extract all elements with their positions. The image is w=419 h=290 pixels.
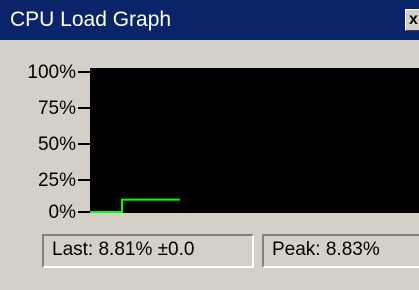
y-axis-label-0: 0%: [48, 202, 76, 223]
cpu-load-graph: [90, 68, 419, 213]
y-tick-25: [78, 179, 90, 181]
cpu-load-graph-canvas: [90, 198, 180, 213]
cpu-load-graph-window: CPU Load Graph x 100% 75% 50% 25% 0% Las…: [0, 0, 419, 290]
peak-value-panel: Peak: 8.83%: [262, 234, 419, 268]
peak-value-text: Peak: 8.83%: [272, 239, 380, 260]
y-axis-label-75: 75%: [37, 98, 76, 119]
title-bar[interactable]: CPU Load Graph x: [0, 0, 419, 40]
y-axis-label-50: 50%: [37, 134, 76, 155]
y-axis-label-100: 100%: [27, 62, 76, 83]
last-value-text: Last: 8.81% ±0.0: [52, 239, 195, 260]
y-tick-75: [78, 107, 90, 109]
close-icon: x: [409, 11, 418, 28]
y-tick-100: [78, 71, 90, 73]
y-tick-50: [78, 143, 90, 145]
y-axis-label-25: 25%: [37, 170, 76, 191]
last-value-panel: Last: 8.81% ±0.0: [42, 234, 254, 268]
cpu-load-line: [90, 198, 180, 213]
close-button[interactable]: x: [405, 9, 419, 31]
window-title: CPU Load Graph: [10, 8, 172, 31]
y-tick-0: [78, 211, 90, 213]
